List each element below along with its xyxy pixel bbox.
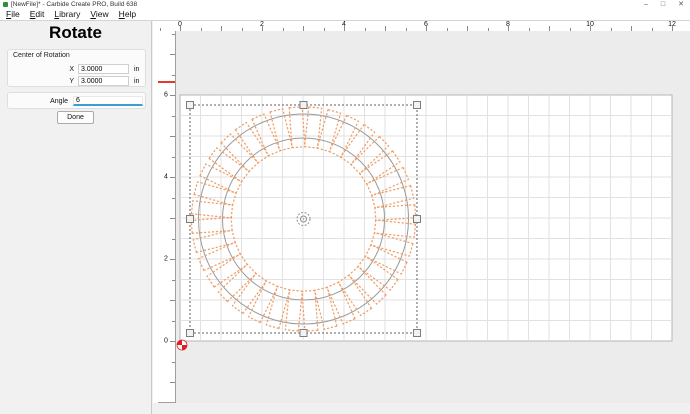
ruler-label: 8 [506, 21, 510, 28]
ruler-tick [172, 239, 175, 240]
ruler-tick [172, 198, 175, 199]
ruler-tick [172, 321, 175, 322]
selection-handle[interactable] [300, 330, 307, 337]
done-button[interactable]: Done [57, 111, 94, 124]
app-icon [3, 2, 8, 7]
canvas-region: 0 2 4 6 8 10 12 6 4 2 0 [153, 21, 690, 414]
ruler-label: 4 [342, 21, 346, 28]
selection-handle[interactable] [414, 216, 421, 223]
menubar: FileEditLibraryViewHelp [0, 9, 690, 21]
angle-input[interactable] [73, 96, 143, 106]
ruler-label: 2 [260, 21, 264, 28]
maximize-button-icon[interactable]: □ [661, 0, 665, 9]
menu-library[interactable]: Library [49, 9, 85, 20]
cursor-position-indicator [158, 81, 175, 83]
ruler-tick [170, 382, 175, 383]
selection-handle[interactable] [414, 102, 421, 109]
menu-file[interactable]: File [1, 9, 25, 20]
ruler-tick [172, 75, 175, 76]
x-unit-label: in [134, 66, 139, 73]
window-title: [NewFile]* - Carbide Create PRO, Build 6… [11, 1, 137, 8]
ruler-tick [170, 95, 175, 96]
ruler-vertical: 6 4 2 0 [158, 31, 176, 403]
rotation-center-dot [303, 218, 305, 220]
selection-handle[interactable] [414, 330, 421, 337]
bottom-strip [176, 403, 690, 414]
ruler-tick [170, 218, 175, 219]
angle-group: Angle [7, 92, 146, 109]
menu-help[interactable]: Help [114, 9, 141, 20]
app-window: [NewFile]* - Carbide Create PRO, Build 6… [0, 0, 690, 414]
ruler-tick [170, 259, 175, 260]
selection-handle[interactable] [187, 216, 194, 223]
ruler-label: 2 [164, 256, 168, 263]
selection-handle[interactable] [187, 102, 194, 109]
ruler-tick [172, 157, 175, 158]
ruler-tick [170, 300, 175, 301]
selection-handle[interactable] [187, 330, 194, 337]
ruler-tick [170, 136, 175, 137]
ruler-tick [170, 54, 175, 55]
ruler-label: 6 [164, 92, 168, 99]
x-input[interactable] [78, 64, 129, 74]
panel-title: Rotate [0, 21, 151, 43]
y-input[interactable] [78, 76, 129, 86]
ruler-tick [170, 341, 175, 342]
ruler-tick [172, 362, 175, 363]
design-canvas[interactable] [176, 31, 690, 403]
center-of-rotation-label: Center of Rotation [13, 52, 70, 59]
ruler-tick [172, 403, 175, 404]
ruler-label: 10 [586, 21, 594, 28]
center-of-rotation-group: Center of Rotation X in Y in [7, 49, 146, 87]
menu-view[interactable]: View [85, 9, 113, 20]
rotate-panel: Rotate Center of Rotation X in Y in Angl… [0, 21, 152, 414]
close-button-icon[interactable]: ✕ [678, 0, 684, 9]
ruler-label: 0 [164, 338, 168, 345]
ruler-tick [172, 280, 175, 281]
selection-handle[interactable] [300, 102, 307, 109]
x-label: X [60, 66, 74, 73]
title-bar: [NewFile]* - Carbide Create PRO, Build 6… [0, 0, 690, 9]
menu-edit[interactable]: Edit [25, 9, 50, 20]
ruler-label: 4 [164, 174, 168, 181]
angle-label: Angle [36, 98, 68, 105]
y-unit-label: in [134, 78, 139, 85]
window-controls: – □ ✕ [644, 0, 684, 9]
y-label: Y [60, 78, 74, 85]
ruler-tick [172, 116, 175, 117]
ruler-tick [170, 177, 175, 178]
ruler-label: 6 [424, 21, 428, 28]
ruler-tick [172, 34, 175, 35]
ruler-label: 12 [668, 21, 676, 28]
ruler-label: 0 [178, 21, 182, 28]
minimize-button-icon[interactable]: – [644, 0, 648, 9]
